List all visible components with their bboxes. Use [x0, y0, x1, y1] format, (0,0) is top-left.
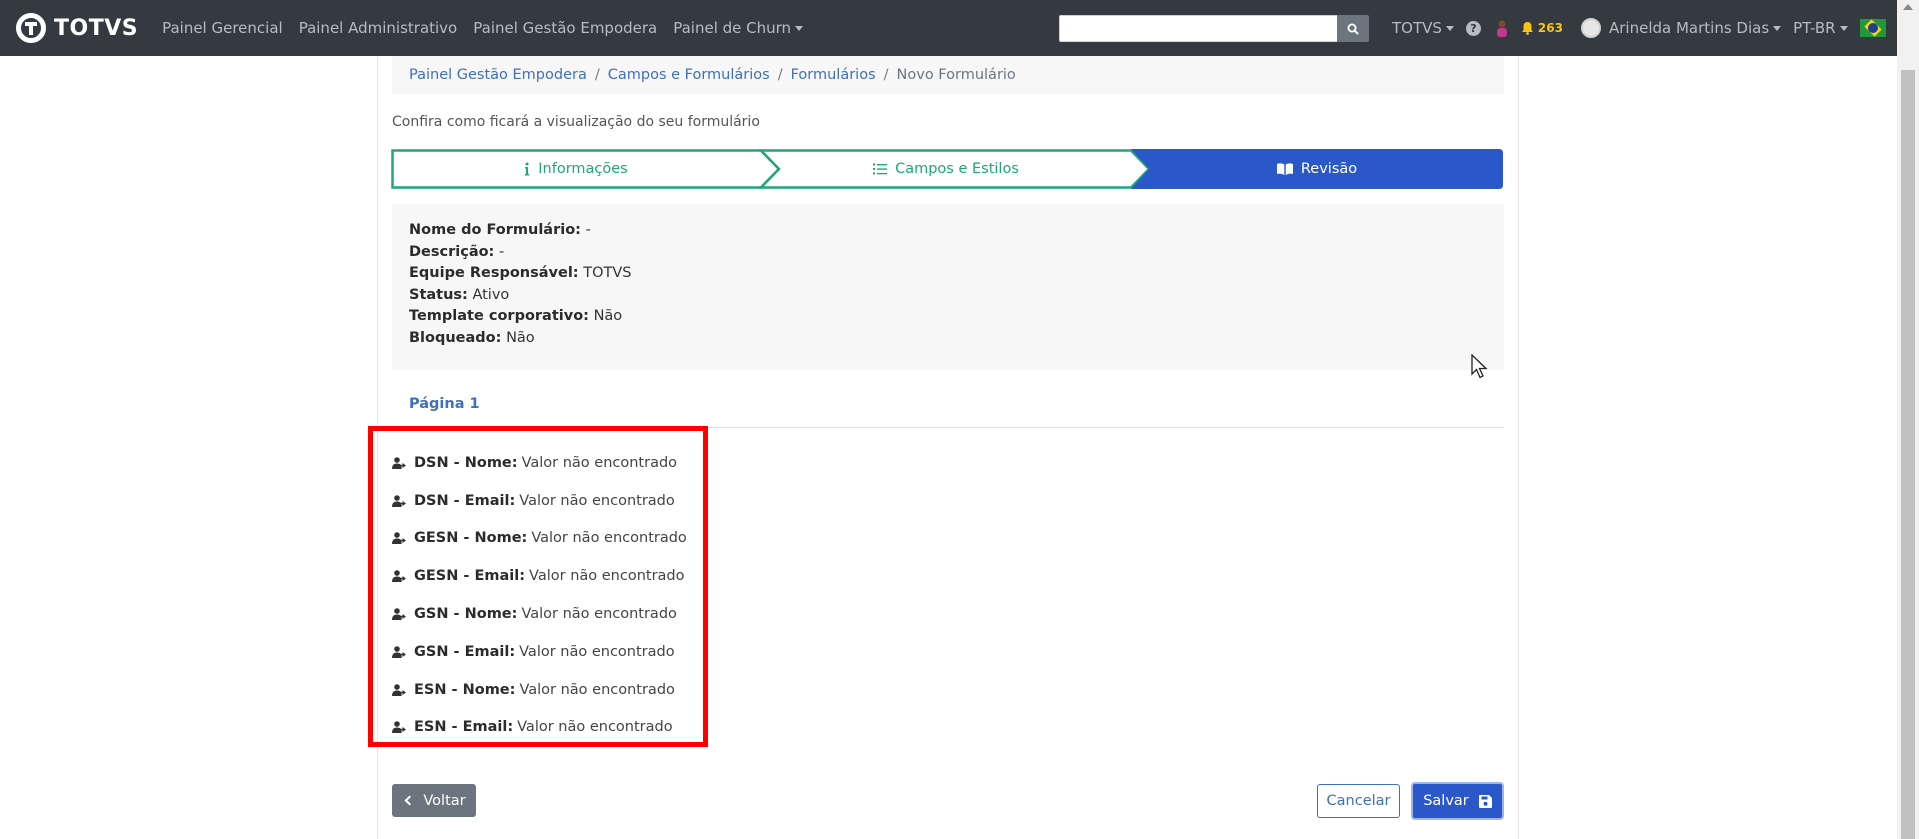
list-icon — [873, 163, 888, 175]
caret-down-icon — [1773, 25, 1782, 31]
caret-down-icon — [1445, 25, 1454, 31]
language-label: PT-BR — [1793, 19, 1836, 37]
summary-row-template: Template corporativo: Não — [409, 306, 1487, 328]
page-subtitle: Confira como ficará a visualização do se… — [392, 114, 760, 130]
breadcrumb-separator: / — [777, 67, 783, 83]
help-icon[interactable]: ? — [1465, 20, 1481, 36]
user-menu[interactable]: Arinelda Martins Dias — [1608, 19, 1782, 37]
breadcrumb-link[interactable]: Formulários — [791, 67, 876, 83]
nav-painel-de-churn[interactable]: Painel de Churn — [673, 19, 804, 37]
summary-value: Não — [593, 308, 623, 325]
notifications[interactable]: 263 — [1521, 21, 1563, 35]
search-icon — [1347, 23, 1359, 35]
step-campos-e-estilos[interactable]: Campos e Estilos — [761, 149, 1131, 189]
user-name: Arinelda Martins Dias — [1608, 19, 1770, 37]
book-open-icon — [1276, 163, 1293, 175]
step-revisao[interactable]: Revisão — [1131, 149, 1503, 189]
summary-row-equipe: Equipe Responsável: TOTVS — [409, 263, 1487, 285]
breadcrumb-link[interactable]: Painel Gestão Empodera — [409, 67, 587, 83]
summary-key: Template corporativo: — [409, 308, 589, 325]
step-revisao-label: Revisão — [1300, 161, 1358, 177]
step-informacoes[interactable]: Informações — [391, 149, 761, 189]
navbar-search — [1059, 15, 1369, 42]
brand-link[interactable]: TOTVS — [16, 13, 138, 43]
top-navbar: TOTVS Painel Gerencial Painel Administra… — [0, 0, 1897, 56]
summary-key: Descrição: — [409, 243, 495, 260]
bell-icon — [1521, 22, 1533, 35]
scroll-up-arrow-icon[interactable] — [1903, 4, 1913, 10]
caret-down-icon — [1839, 25, 1848, 31]
page-scrollbar[interactable] — [1897, 0, 1919, 839]
summary-value: TOTVS — [583, 265, 632, 282]
nav-painel-gestao-empodera[interactable]: Painel Gestão Empodera — [473, 19, 657, 37]
step-campos-e-estilos-label: Campos e Estilos — [895, 161, 1019, 177]
language-menu[interactable]: PT-BR — [1793, 19, 1848, 37]
brand-name: TOTVS — [54, 15, 139, 41]
summary-key: Bloqueado: — [409, 329, 502, 346]
summary-row-status: Status: Ativo — [409, 285, 1487, 307]
profile-avatar-icon[interactable] — [1495, 19, 1509, 37]
summary-value: - — [585, 222, 591, 238]
info-icon — [525, 162, 530, 176]
notifications-count: 263 — [1537, 21, 1563, 35]
navbar-right: TOTVS ? 263 Arinelda Martins Dias PT-BR — [1392, 0, 1886, 56]
breadcrumb-current: Novo Formulário — [896, 67, 1016, 83]
brazil-flag-icon — [1859, 19, 1886, 37]
save-button-label: Salvar — [1423, 793, 1469, 809]
nav-painel-administrativo[interactable]: Painel Administrativo — [299, 19, 458, 37]
user-avatar[interactable] — [1580, 18, 1601, 38]
tab-pagina-1[interactable]: Página 1 — [409, 396, 480, 412]
save-button[interactable]: Salvar — [1411, 782, 1504, 820]
org-menu-label: TOTVS — [1392, 19, 1442, 37]
breadcrumb-separator: / — [594, 67, 600, 83]
search-button[interactable] — [1337, 15, 1369, 42]
back-button-label: Voltar — [423, 792, 466, 809]
summary-row-bloqueado: Bloqueado: Não — [409, 328, 1487, 350]
org-menu[interactable]: TOTVS — [1392, 19, 1454, 37]
summary-row-descricao: Descrição: - — [409, 242, 1487, 264]
mouse-cursor-icon — [1471, 354, 1488, 379]
summary-key: Nome do Formulário: — [409, 222, 581, 238]
breadcrumb: Painel Gestão Empodera / Campos e Formul… — [392, 56, 1504, 94]
summary-key: Equipe Responsável: — [409, 265, 579, 282]
caret-down-icon — [795, 25, 804, 31]
summary-value: Não — [506, 329, 535, 346]
form-stepper: Informações Campos e Estilos Revisão — [391, 149, 1503, 189]
breadcrumb-separator: / — [883, 67, 889, 83]
summary-value: Ativo — [472, 286, 510, 303]
summary-row-nome: Nome do Formulário: - — [409, 220, 1487, 242]
floppy-disk-icon — [1478, 794, 1492, 808]
chevron-left-icon — [404, 795, 415, 806]
cancel-button[interactable]: Cancelar — [1317, 784, 1400, 818]
back-button[interactable]: Voltar — [392, 784, 476, 817]
summary-value: - — [498, 243, 505, 260]
nav-painel-gerencial[interactable]: Painel Gerencial — [162, 19, 283, 37]
nav-painel-de-churn-label: Painel de Churn — [673, 19, 792, 37]
cancel-button-label: Cancelar — [1326, 793, 1391, 809]
step-informacoes-label: Informações — [538, 161, 628, 177]
form-summary: Nome do Formulário: - Descrição: - Equip… — [392, 204, 1504, 370]
summary-key: Status: — [409, 286, 468, 303]
breadcrumb-link[interactable]: Campos e Formulários — [608, 67, 770, 83]
red-highlight-box — [368, 426, 708, 747]
scroll-thumb[interactable] — [1901, 70, 1915, 839]
totvs-logo-icon — [16, 13, 46, 43]
search-input[interactable] — [1059, 15, 1337, 42]
